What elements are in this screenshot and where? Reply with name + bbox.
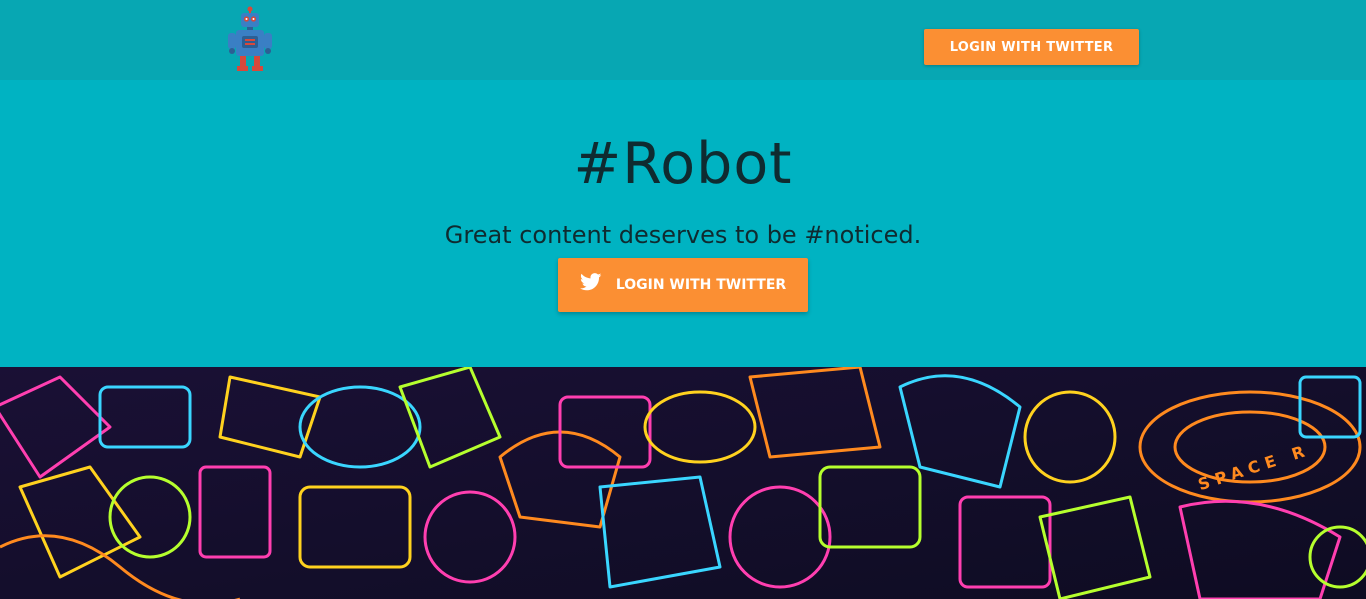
nav-login-twitter-button[interactable]: LOGIN WITH TWITTER — [924, 29, 1139, 65]
twitter-icon — [579, 273, 602, 291]
hero-section: #Robot Great content deserves to be #not… — [0, 80, 1366, 367]
top-navbar: LOGIN WITH TWITTER — [0, 0, 1366, 80]
robot-icon — [228, 6, 272, 71]
nav-login-label: LOGIN WITH TWITTER — [949, 39, 1114, 55]
robot-logo[interactable] — [226, 6, 274, 72]
neon-robot-collage-image: SPACE R — [0, 367, 1366, 599]
hero-login-label: LOGIN WITH TWITTER — [615, 277, 787, 293]
robot-collage-banner: SPACE R — [0, 367, 1366, 599]
hero-tagline: Great content deserves to be #noticed. — [444, 221, 922, 249]
hero-login-twitter-button[interactable]: LOGIN WITH TWITTER — [558, 258, 808, 312]
hero-title: #Robot — [573, 131, 793, 197]
